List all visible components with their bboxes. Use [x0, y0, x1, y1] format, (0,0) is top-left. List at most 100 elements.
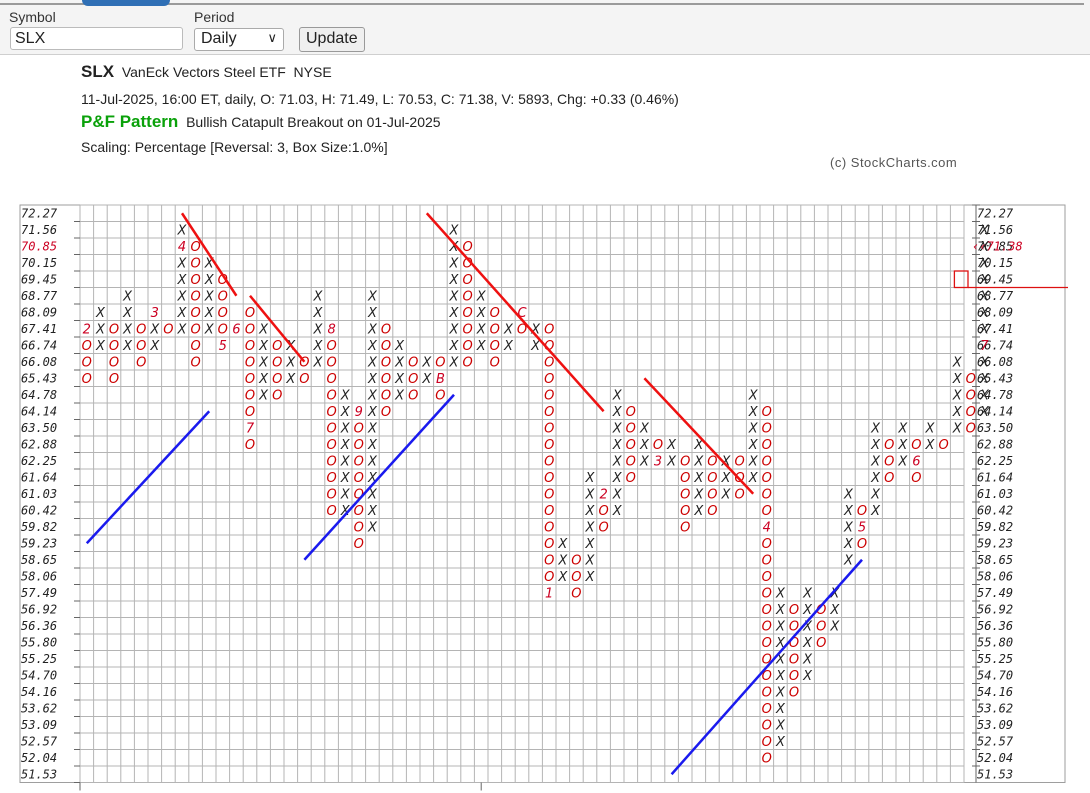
x-box: X — [721, 471, 732, 486]
x-box: X — [394, 355, 405, 370]
x-box: X — [639, 454, 650, 469]
o-box: O — [707, 487, 717, 502]
x-box: X — [340, 438, 351, 453]
x-box: X — [748, 471, 759, 486]
month-marker: 7 — [980, 339, 989, 354]
x-box: X — [585, 487, 596, 502]
x-box: X — [367, 306, 378, 321]
o-box: O — [762, 570, 772, 585]
price-label-right: 58.65 — [977, 553, 1013, 567]
x-box: X — [612, 421, 623, 436]
x-box: X — [204, 289, 215, 304]
x-box: X — [177, 322, 188, 337]
x-box: X — [829, 603, 840, 618]
x-box: X — [612, 471, 623, 486]
x-box: X — [748, 454, 759, 469]
o-box: O — [762, 504, 772, 519]
o-box: O — [789, 669, 799, 684]
price-label-left: 53.62 — [21, 701, 57, 715]
o-box: O — [544, 438, 554, 453]
x-box: X — [204, 322, 215, 337]
o-box: O — [218, 306, 228, 321]
o-box: O — [354, 438, 364, 453]
o-box: O — [762, 685, 772, 700]
o-box: O — [490, 355, 500, 370]
price-label-left: 66.08 — [21, 355, 57, 369]
o-box: O — [938, 438, 948, 453]
x-box: X — [802, 636, 813, 651]
x-box: X — [775, 702, 786, 717]
price-label-left: 68.09 — [21, 305, 57, 319]
o-box: O — [245, 322, 255, 337]
x-box: X — [870, 471, 881, 486]
x-box: X — [585, 520, 596, 535]
price-label-right: 56.92 — [977, 602, 1013, 616]
o-box: O — [326, 388, 336, 403]
x-box: X — [258, 355, 269, 370]
x-box: X — [204, 306, 215, 321]
x-box: X — [340, 454, 351, 469]
o-box: O — [707, 504, 717, 519]
x-box: X — [693, 504, 704, 519]
month-marker: 3 — [151, 306, 159, 321]
x-box: X — [802, 652, 813, 667]
price-label-left: 64.78 — [21, 388, 57, 402]
o-box: O — [190, 289, 200, 304]
price-label-left: 66.74 — [21, 338, 57, 352]
o-box: O — [109, 355, 119, 370]
o-box: O — [326, 421, 336, 436]
o-box: O — [354, 421, 364, 436]
o-box: O — [571, 570, 581, 585]
x-box: X — [693, 487, 704, 502]
o-box: O — [762, 735, 772, 750]
o-box: O — [762, 471, 772, 486]
o-box: O — [272, 388, 282, 403]
o-box: O — [462, 273, 472, 288]
o-box: O — [544, 471, 554, 486]
o-box: O — [136, 322, 146, 337]
price-label-left: 59.23 — [21, 536, 57, 550]
o-box: O — [381, 322, 391, 337]
price-label-left: 64.14 — [21, 404, 57, 418]
x-box: X — [367, 520, 378, 535]
o-box: O — [911, 438, 921, 453]
o-box: O — [326, 339, 336, 354]
o-box: O — [734, 487, 744, 502]
o-box: O — [136, 355, 146, 370]
o-box: O — [626, 405, 636, 420]
o-box: O — [82, 355, 92, 370]
o-box: O — [190, 306, 200, 321]
o-box: O — [544, 520, 554, 535]
x-box: X — [775, 735, 786, 750]
o-box: O — [680, 471, 690, 486]
o-box: O — [544, 421, 554, 436]
o-box: O — [326, 372, 336, 387]
o-box: O — [762, 702, 772, 717]
o-box: O — [762, 438, 772, 453]
price-label-left: 63.50 — [21, 421, 57, 435]
x-box: X — [748, 405, 759, 420]
o-box: O — [462, 240, 472, 255]
o-box: O — [653, 438, 663, 453]
o-box: O — [680, 454, 690, 469]
o-box: O — [884, 454, 894, 469]
o-box: O — [544, 454, 554, 469]
o-box: O — [911, 471, 921, 486]
current-price-label: ‹‹71.38 — [972, 239, 1023, 253]
x-box: X — [979, 256, 990, 271]
price-label-right: 53.62 — [977, 701, 1013, 715]
x-box: X — [666, 454, 677, 469]
x-box: X — [585, 537, 596, 552]
x-box: X — [748, 438, 759, 453]
price-label-right: 63.50 — [977, 421, 1013, 435]
o-box: O — [190, 322, 200, 337]
o-box: O — [435, 355, 445, 370]
x-box: X — [285, 355, 296, 370]
month-marker: 2 — [83, 322, 91, 337]
x-box: X — [503, 339, 514, 354]
month-marker: 6 — [232, 322, 240, 337]
x-box: X — [95, 339, 106, 354]
x-box: X — [843, 520, 854, 535]
x-box: X — [979, 223, 990, 238]
o-box: O — [462, 322, 472, 337]
